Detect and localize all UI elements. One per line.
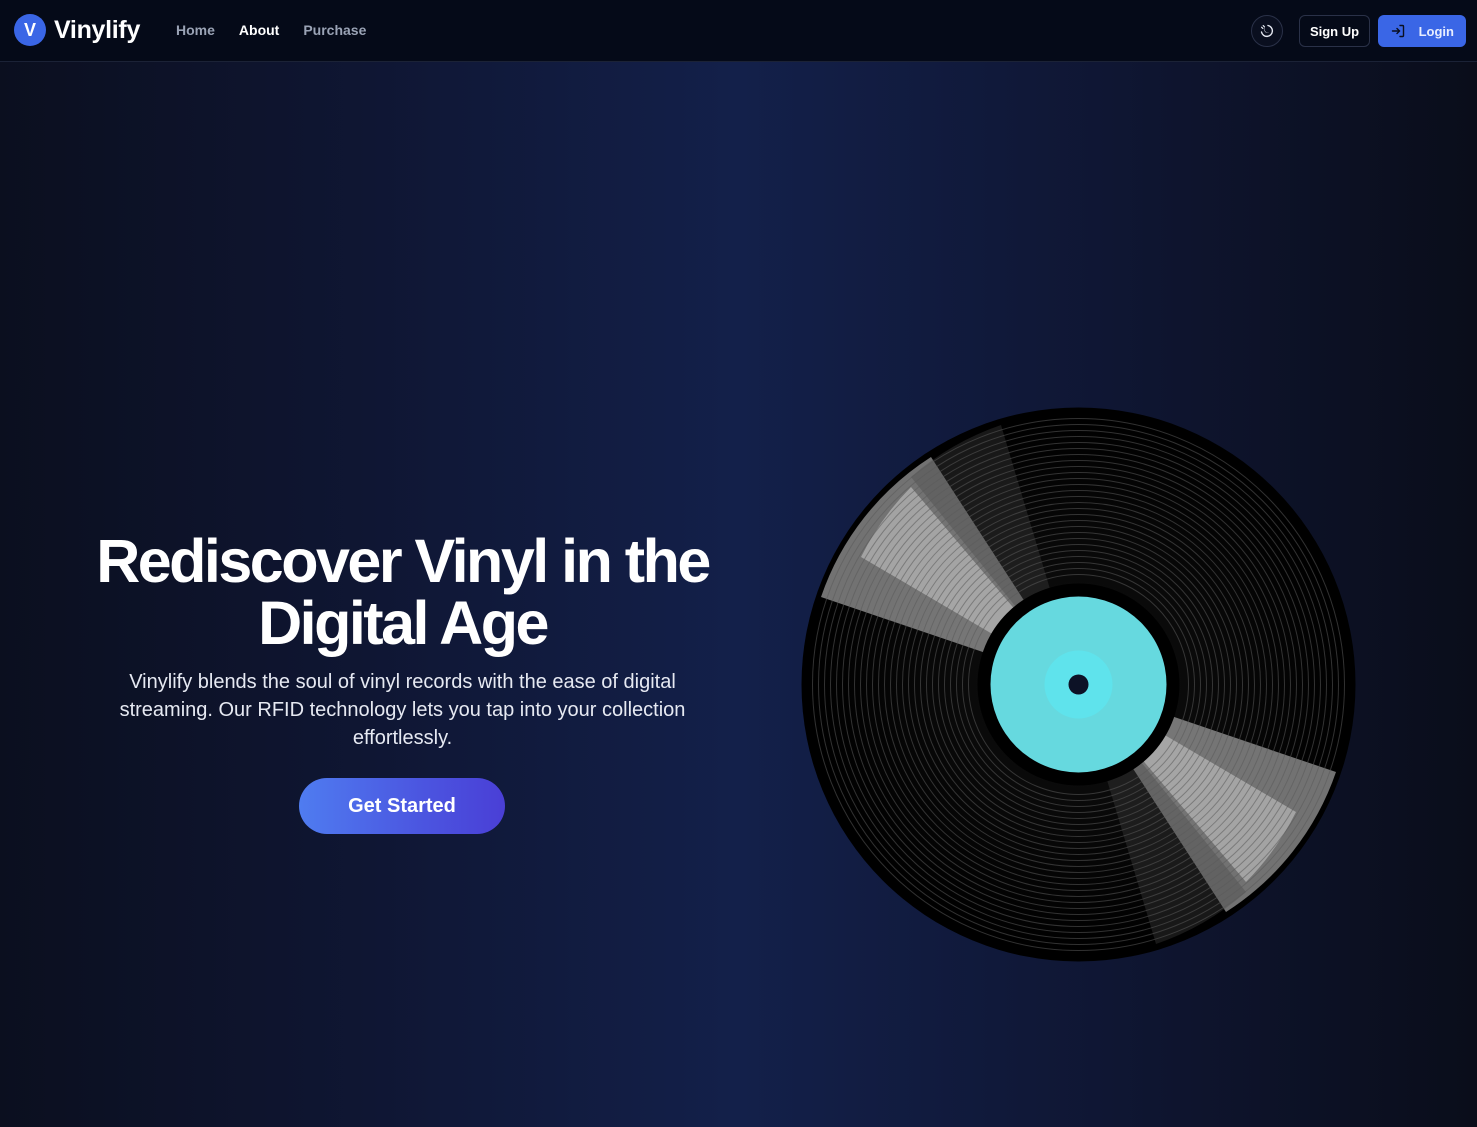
vinyl-record-icon bbox=[801, 407, 1356, 962]
moon-sun-toggle-icon bbox=[1260, 24, 1274, 38]
brand-badge: V bbox=[14, 14, 46, 46]
login-label: Login bbox=[1418, 23, 1454, 39]
log-in-icon bbox=[1391, 24, 1405, 38]
nav-link-home[interactable]: Home bbox=[176, 22, 215, 38]
navbar: V Vinylify Home About Purchase Sign Up L… bbox=[0, 0, 1477, 62]
hero-title-line-1: Rediscover Vinyl in the bbox=[96, 527, 711, 595]
get-started-button[interactable]: Get Started bbox=[299, 778, 505, 834]
hero-section: Rediscover Vinyl in the Digital Age Viny… bbox=[70, 530, 735, 752]
nav-link-purchase[interactable]: Purchase bbox=[303, 22, 366, 38]
nav-link-about[interactable]: About bbox=[239, 22, 279, 38]
hero-title: Rediscover Vinyl in the Digital Age bbox=[70, 530, 735, 654]
signup-button[interactable]: Sign Up bbox=[1299, 15, 1370, 47]
theme-toggle-button[interactable] bbox=[1251, 15, 1283, 47]
hero-title-line-2: Digital Age bbox=[258, 589, 549, 657]
main-nav: Home About Purchase bbox=[176, 22, 366, 38]
hero-subtitle: Vinylify blends the soul of vinyl record… bbox=[119, 671, 686, 749]
brand-name: Vinylify bbox=[54, 15, 141, 44]
login-button[interactable]: Login bbox=[1378, 15, 1466, 47]
brand-logo[interactable]: V Vinylify bbox=[14, 14, 140, 46]
